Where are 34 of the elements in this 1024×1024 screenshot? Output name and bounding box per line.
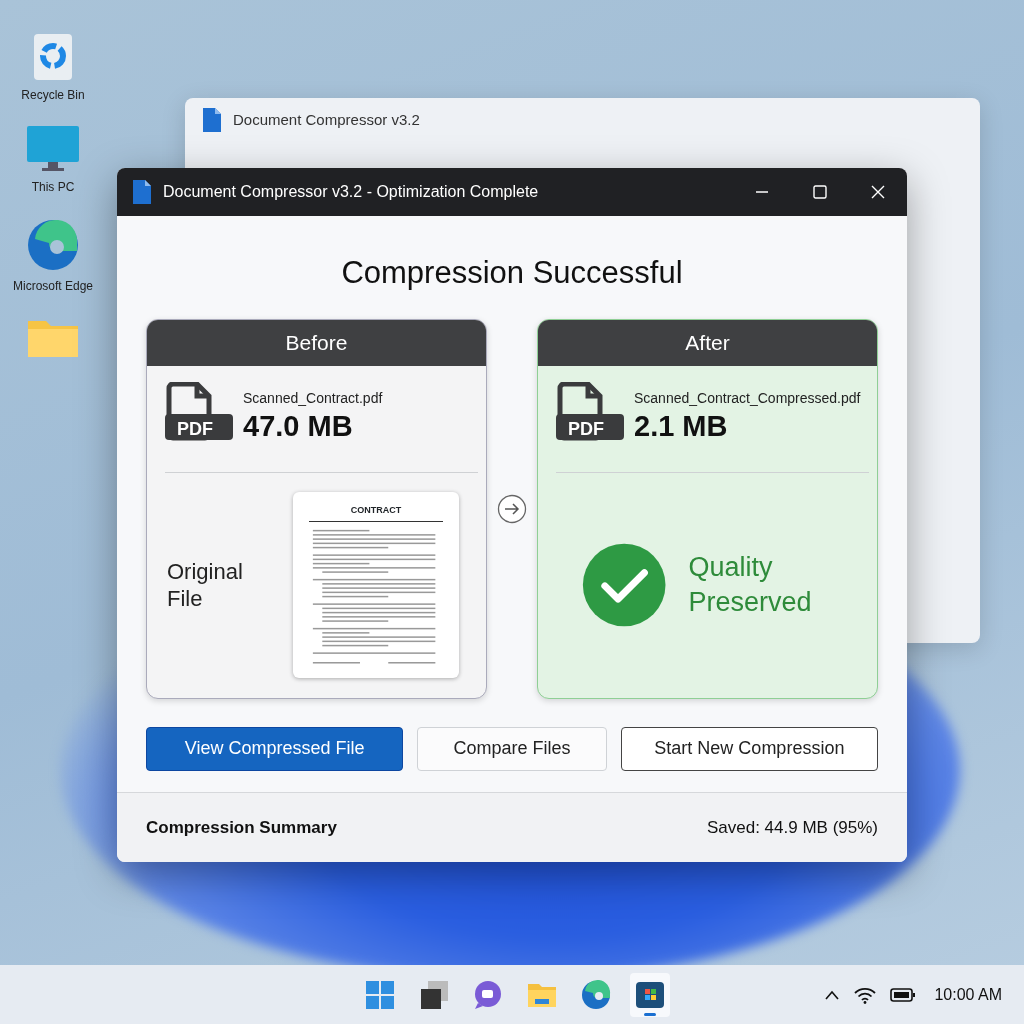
stacked-windows-icon[interactable] xyxy=(418,978,450,1011)
result-heading: Compression Successful xyxy=(340,254,684,292)
window-title: Document Compressor v3.2 - Optimization Complete xyxy=(163,182,540,202)
close-icon[interactable] xyxy=(871,185,885,199)
summary-value: Saved: 44.9 MB (95%) xyxy=(706,816,878,839)
file-caption: Original File xyxy=(167,557,244,613)
file-name: Scanned_Contract_Compressed.pdf xyxy=(634,388,861,408)
chevron-up-icon[interactable] xyxy=(824,988,841,1001)
desktop-icon-label[interactable]: Recycle Bin xyxy=(21,88,85,103)
document-title: CONTRACT xyxy=(309,504,443,522)
panel-header: After xyxy=(538,319,877,366)
taskbar-app-button[interactable] xyxy=(630,972,670,1017)
clock-time[interactable]: 10:00 AM xyxy=(934,982,1002,1007)
browser-swirl-icon[interactable] xyxy=(580,978,612,1011)
window-title: Document Compressor v3.2 xyxy=(233,109,420,130)
file-size: 47.0 MB xyxy=(243,408,354,444)
battery-icon[interactable] xyxy=(890,986,917,1003)
summary-label: Compression Summary xyxy=(146,816,337,839)
wifi-icon[interactable] xyxy=(854,985,877,1004)
quality-status: Quality Preserved xyxy=(688,550,813,619)
desktop-icon-label[interactable]: This PC xyxy=(31,180,75,195)
document-icon xyxy=(131,179,153,205)
action-button[interactable]: Start New Compression xyxy=(620,726,878,771)
arrow-right-icon xyxy=(497,493,527,524)
document-icon xyxy=(201,107,223,133)
action-button[interactable]: Compare Files xyxy=(417,726,607,771)
desktop-icon-label[interactable]: Microsoft Edge xyxy=(12,278,93,294)
file-size: 2.1 MB xyxy=(634,408,729,444)
action-button[interactable]: View Compressed File xyxy=(146,726,404,771)
panel-header: Before xyxy=(147,319,486,366)
maximize-icon[interactable] xyxy=(813,185,827,199)
chat-bubble-icon[interactable] xyxy=(472,978,504,1011)
start-icon[interactable] xyxy=(364,978,396,1011)
file-name: Scanned_Contract.pdf xyxy=(243,388,383,408)
